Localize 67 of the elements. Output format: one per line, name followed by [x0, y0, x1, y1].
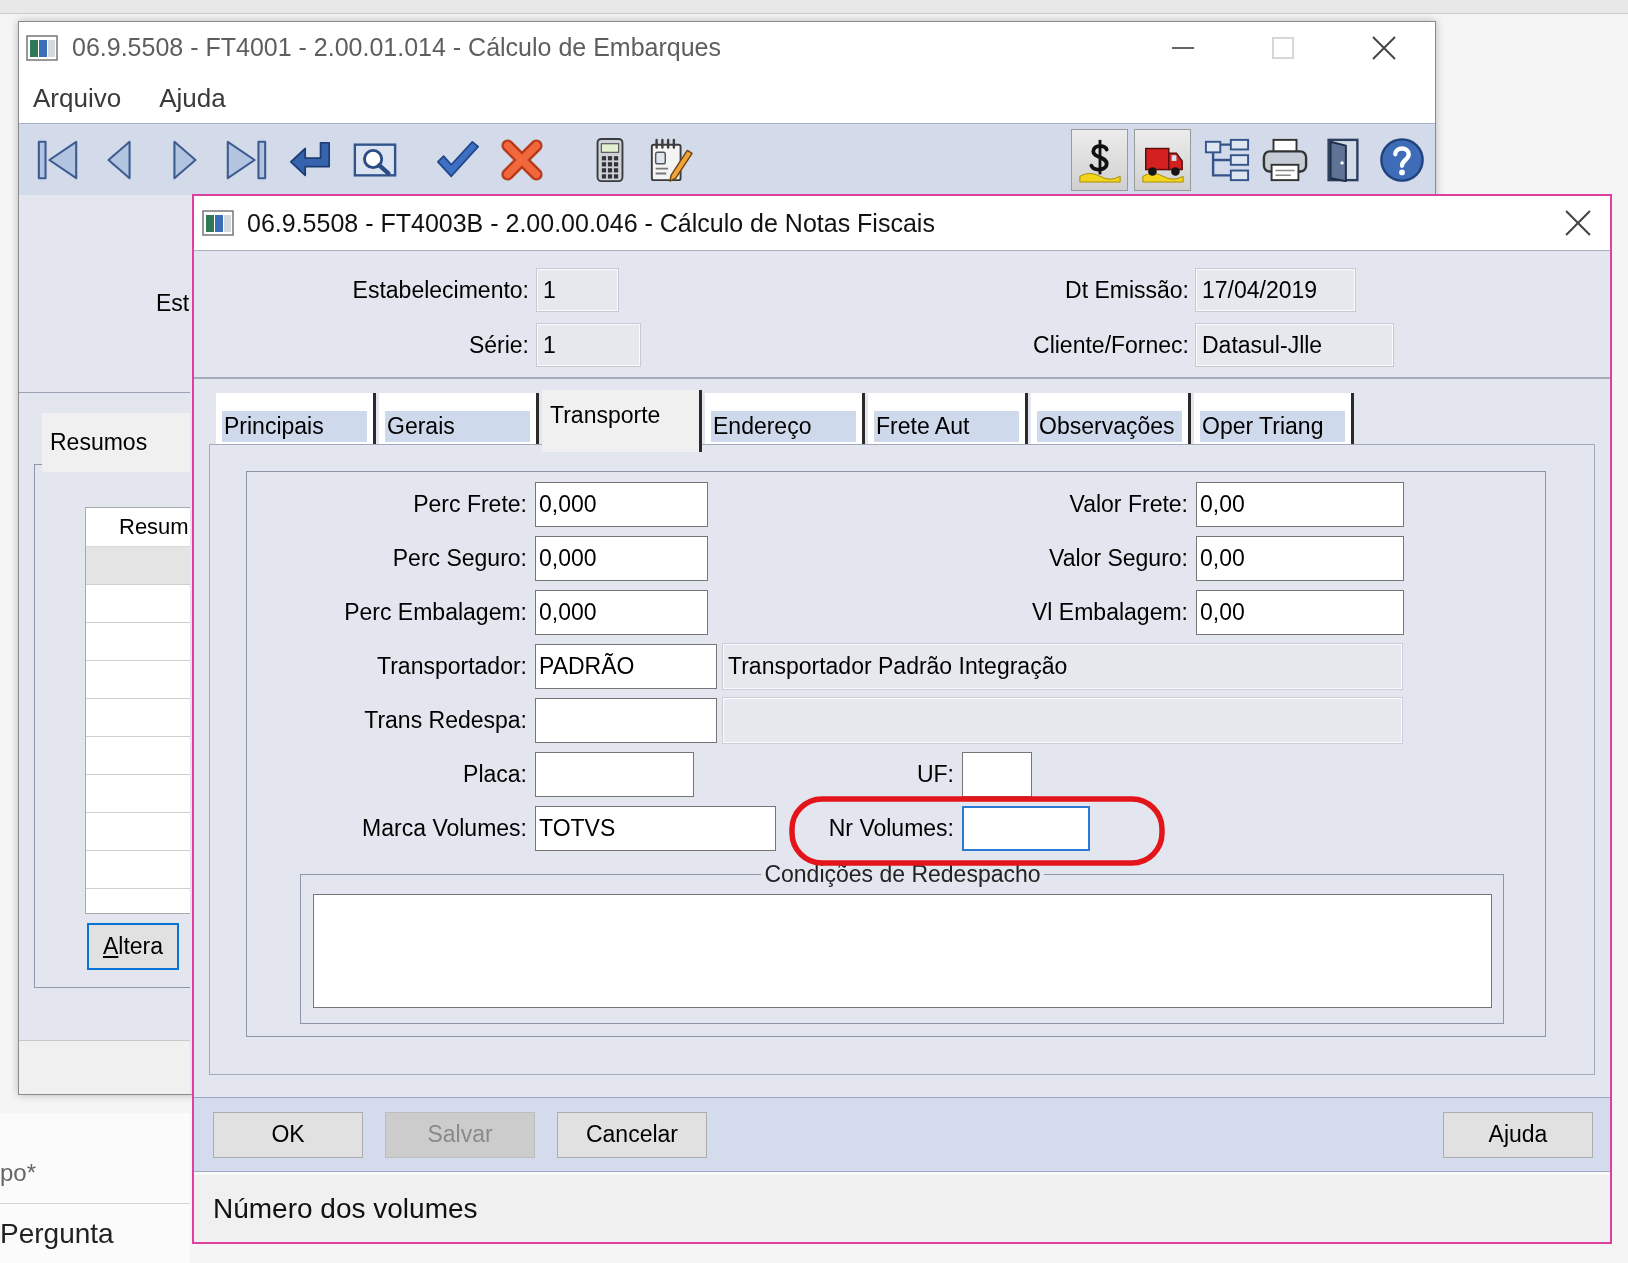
close-icon[interactable]: [1565, 210, 1591, 236]
app-window-icon: [202, 210, 234, 236]
field-label: po*: [0, 1158, 37, 1188]
hierarchy-icon: [1204, 136, 1250, 183]
window-title: 06.9.5508 - FT4003B - 2.00.00.046 - Cálculo de Notas Fiscais: [247, 208, 935, 238]
tab[interactable]: Transporte: [542, 390, 702, 452]
text-field[interactable]: [962, 806, 1090, 851]
text-field[interactable]: TOTVS: [535, 806, 776, 851]
menu-item[interactable]: Arquivo: [33, 82, 122, 114]
text-field[interactable]: [962, 752, 1032, 797]
read-only-field: 1: [537, 324, 640, 366]
field-label: Est: [156, 290, 190, 317]
text-field[interactable]: 0,00: [1196, 482, 1404, 527]
text-field[interactable]: 0,000: [535, 482, 708, 527]
field-label: Marca Volumes:: [361, 815, 527, 842]
group-title: Condições de Redespacho: [763, 862, 1042, 887]
tab[interactable]: Gerais: [379, 393, 539, 444]
close-icon[interactable]: [1372, 35, 1396, 60]
app-window-icon: [26, 34, 58, 61]
field-label: UF:: [915, 761, 954, 788]
tab[interactable]: Oper Triang: [1194, 393, 1354, 444]
menu-item[interactable]: Ajuda: [159, 82, 226, 114]
maximize-icon: [1272, 36, 1294, 59]
field-label: Pergunta: [0, 1217, 114, 1250]
read-only-field: Transportador Padrão Integração: [723, 644, 1402, 689]
read-only-field: 17/04/2019: [1196, 269, 1355, 311]
field-label: Valor Seguro:: [1049, 545, 1188, 572]
minimize-icon[interactable]: [1172, 45, 1194, 50]
field-label: Perc Seguro:: [391, 545, 527, 572]
field-label: Placa:: [462, 761, 527, 788]
tab[interactable]: Principais: [216, 393, 376, 444]
text-field[interactable]: 0,000: [535, 590, 708, 635]
text-field[interactable]: [535, 698, 717, 743]
field-label: Perc Frete:: [412, 491, 527, 518]
text-field[interactable]: 0,00: [1196, 590, 1404, 635]
field-label: Estabelecimento:: [352, 276, 529, 304]
edit-button[interactable]: Altera: [87, 923, 179, 970]
read-only-field: 1: [537, 269, 618, 311]
window-title: 06.9.5508 - FT4001 - 2.00.01.014 - Cálculo de Embarques: [72, 33, 721, 62]
help-icon: [1379, 136, 1425, 183]
toolbar-button[interactable]: [1134, 128, 1191, 191]
status-text: Número dos volumes: [213, 1192, 478, 1225]
text-field[interactable]: 0,000: [535, 536, 708, 581]
tab[interactable]: Observações: [1031, 393, 1191, 444]
field-label: Transportador:: [376, 653, 527, 680]
field-label: Valor Frete:: [1069, 491, 1188, 518]
tab[interactable]: Frete Aut: [868, 393, 1028, 444]
dialog-button[interactable]: Cancelar: [557, 1111, 707, 1158]
text-field[interactable]: [535, 752, 694, 797]
tab[interactable]: Endereço: [705, 393, 865, 444]
tab[interactable]: Resumos: [42, 413, 190, 472]
text-field[interactable]: 0,00: [1196, 536, 1404, 581]
dialog-button[interactable]: OK: [213, 1111, 363, 1158]
field-label: Vl Embalagem:: [1032, 599, 1188, 626]
field-label: Cliente/Fornec:: [1033, 331, 1189, 359]
field-label: Nr Volumes:: [827, 815, 954, 842]
printer-icon: [1262, 136, 1308, 183]
help-button[interactable]: Ajuda: [1443, 1111, 1593, 1158]
toolbar-button[interactable]: [1071, 128, 1128, 191]
text-field[interactable]: PADRÃO: [535, 644, 717, 689]
cross-icon: [499, 136, 545, 183]
read-only-field: Datasul-Jlle: [1196, 324, 1393, 366]
field-label: Perc Embalagem:: [343, 599, 527, 626]
field-label: Trans Redespa:: [363, 707, 527, 734]
field-label: Série:: [468, 331, 529, 359]
notepad-icon: [648, 136, 694, 183]
field-label: Dt Emissão:: [1065, 276, 1189, 304]
